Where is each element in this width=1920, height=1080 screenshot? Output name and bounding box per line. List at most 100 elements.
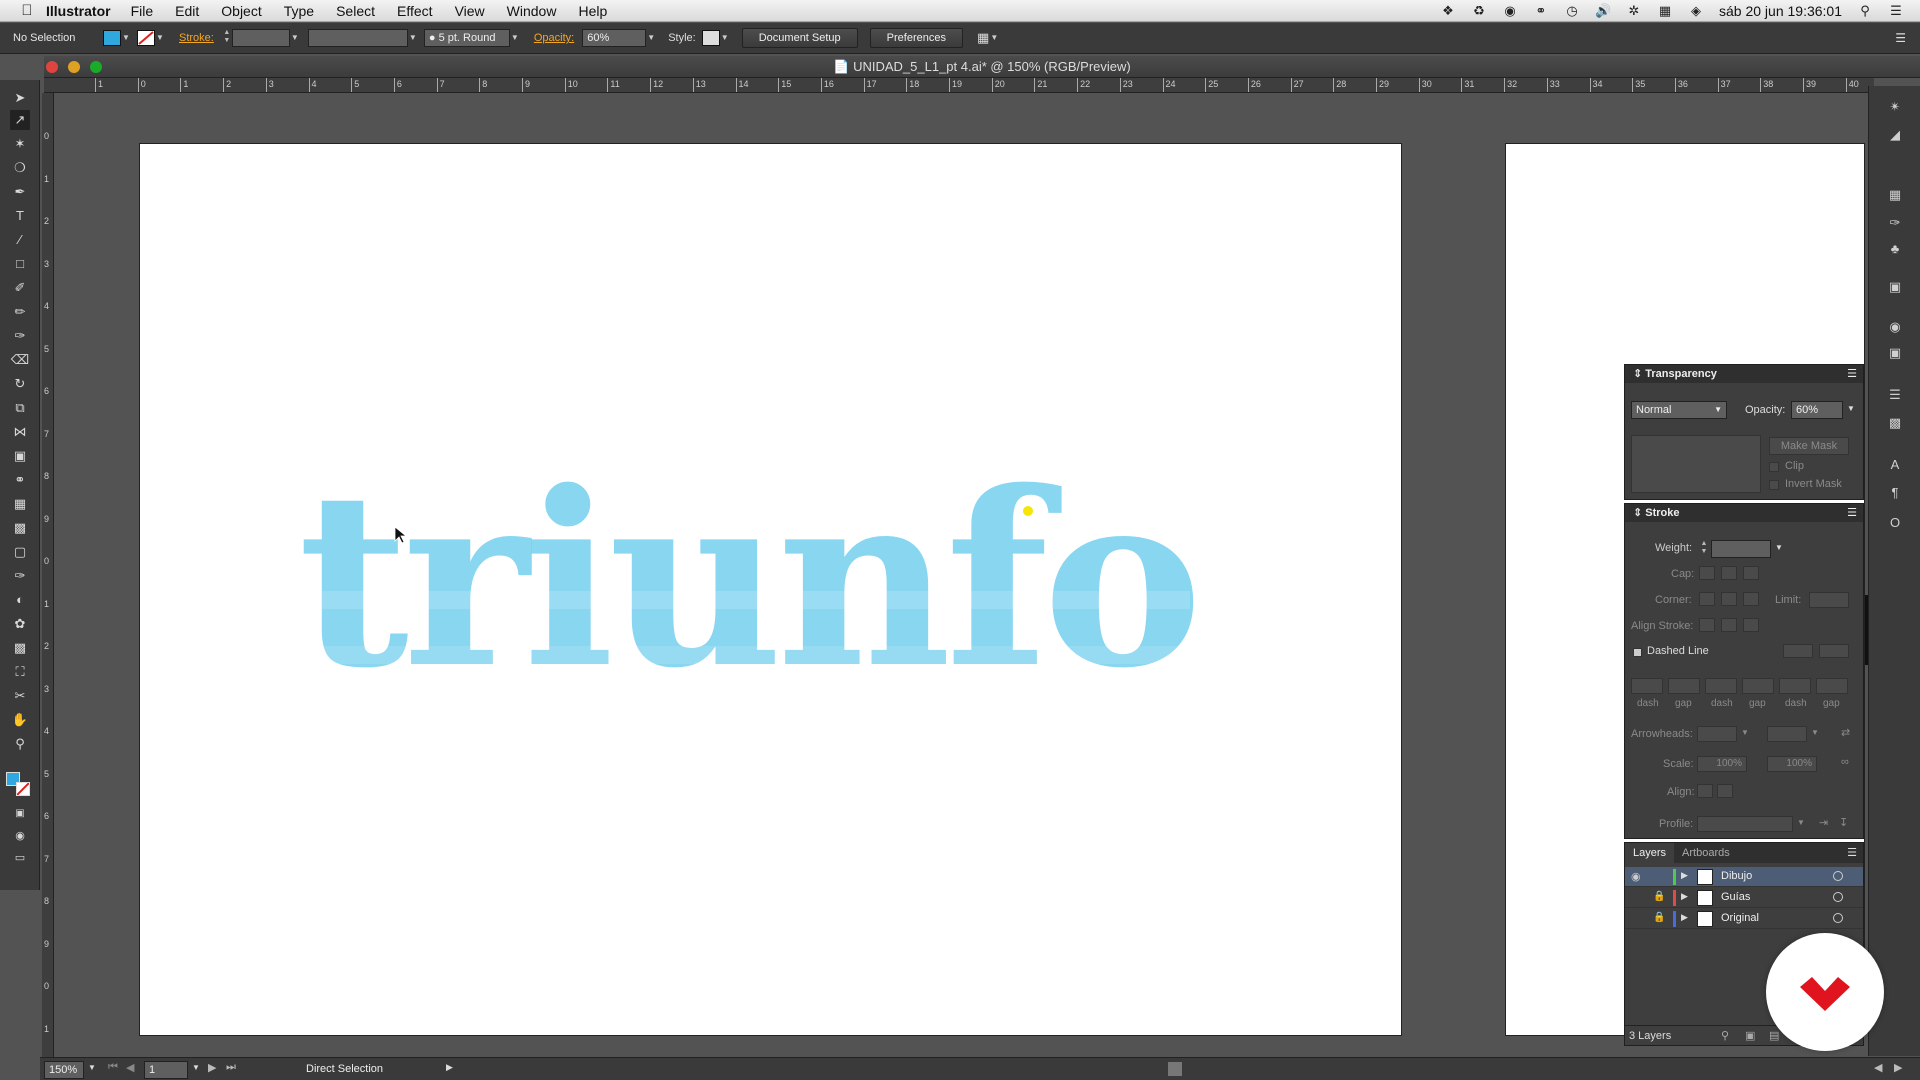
chevron-down-icon[interactable]: ▼ <box>155 30 165 46</box>
character-icon[interactable]: A <box>1886 456 1904 474</box>
zoom-level-field[interactable]: 150% <box>44 1061 84 1079</box>
menu-select[interactable]: Select <box>336 3 375 19</box>
stroke-color-box[interactable] <box>16 782 30 796</box>
anchor-point[interactable] <box>1023 506 1033 516</box>
preferences-button[interactable]: Preferences <box>869 28 963 48</box>
paragraph-icon[interactable]: ¶ <box>1886 484 1904 502</box>
type-tool-icon[interactable]: T <box>10 206 30 226</box>
vertical-ruler[interactable]: 01234567890123456789012 <box>42 93 54 1060</box>
shape-builder-tool-icon[interactable]: ⚭ <box>10 470 30 490</box>
eyedropper-tool-icon[interactable]: ✑ <box>10 566 30 586</box>
line-tool-icon[interactable]: ∕ <box>10 230 30 250</box>
dash-field-2[interactable] <box>1705 678 1737 694</box>
align-center-button[interactable] <box>1699 618 1715 632</box>
main-artboard[interactable]: triunfo <box>139 143 1402 1036</box>
draw-mode-icon[interactable]: ◉ <box>10 826 30 846</box>
visibility-eye-icon[interactable]: ◉ <box>1631 870 1641 883</box>
panel-menu-icon[interactable]: ☰ <box>1847 843 1857 863</box>
align-dash-button[interactable] <box>1819 644 1849 658</box>
arrow-align-1-button[interactable] <box>1697 784 1713 798</box>
expand-layer-icon[interactable]: ▶ <box>1681 912 1688 923</box>
chevron-down-icon[interactable]: ▼ <box>989 30 999 46</box>
artboard-number-field[interactable]: 1 <box>144 1061 188 1079</box>
swatches-icon[interactable]: ▦ <box>1886 186 1904 204</box>
menu-edit[interactable]: Edit <box>175 3 199 19</box>
bevel-join-button[interactable] <box>1743 592 1759 606</box>
layer-name[interactable]: Dibujo <box>1721 870 1752 882</box>
wifi-icon[interactable]: ◈ <box>1688 3 1704 19</box>
first-artboard-icon[interactable]: ⏮ <box>108 1061 118 1074</box>
gap-field-3[interactable] <box>1816 678 1848 694</box>
artwork-text[interactable]: triunfo <box>298 439 1203 721</box>
previous-artboard-icon[interactable]: ◀ <box>126 1061 134 1074</box>
start-arrowhead-select[interactable] <box>1697 726 1737 742</box>
layer-row[interactable]: 🔒 ▶ Guías <box>1625 888 1863 908</box>
arrange-documents-icon[interactable]: ▦ <box>977 30 989 46</box>
next-artboard-icon[interactable]: ▶ <box>208 1061 216 1074</box>
transparency-panel-tab[interactable]: ⇕ Transparency ☰ <box>1625 365 1863 383</box>
brushes-icon[interactable]: ✑ <box>1886 214 1904 232</box>
gap-field-2[interactable] <box>1742 678 1774 694</box>
control-panel-menu-icon[interactable]: ☰ <box>1895 31 1906 45</box>
chevron-down-icon[interactable]: ▼ <box>290 30 300 46</box>
invert-mask-checkbox[interactable] <box>1769 480 1779 490</box>
graphic-styles-icon[interactable]: ▣ <box>1886 278 1904 296</box>
align-inside-button[interactable] <box>1721 618 1737 632</box>
color-mode-icon[interactable]: ▣ <box>10 804 30 824</box>
dash-field-3[interactable] <box>1779 678 1811 694</box>
end-arrowhead-select[interactable] <box>1767 726 1807 742</box>
perspective-grid-tool-icon[interactable]: ▦ <box>10 494 30 514</box>
horizontal-ruler[interactable]: 1 0 1 2 3 4 5 6 7 8 9 10 11 12 13 14 15 16 17 18 19 20 21 22 23 2… <box>44 78 1874 93</box>
menu-view[interactable]: View <box>455 3 485 19</box>
scroll-right-icon[interactable]: ▶ <box>1894 1061 1902 1074</box>
target-circle-icon[interactable] <box>1833 871 1843 881</box>
chevron-down-icon[interactable]: ▼ <box>1741 728 1749 737</box>
rectangle-tool-icon[interactable]: □ <box>10 254 30 274</box>
eraser-tool-icon[interactable]: ⌫ <box>10 350 30 370</box>
sync-icon[interactable]: ⚭ <box>1533 3 1549 19</box>
chevron-down-icon[interactable]: ▼ <box>192 1063 200 1072</box>
dashed-line-checkbox[interactable] <box>1633 648 1642 657</box>
layer-name[interactable]: Original <box>1721 912 1759 924</box>
lock-icon[interactable]: 🔒 <box>1653 912 1665 923</box>
link-scale-icon[interactable]: ∞ <box>1841 756 1849 768</box>
layer-row[interactable]: 🔒 ▶ Original <box>1625 909 1863 929</box>
opacity-label[interactable]: Opacity: <box>534 32 574 44</box>
preserve-dash-button[interactable] <box>1783 644 1813 658</box>
weight-field[interactable] <box>1711 540 1771 558</box>
chevron-down-icon[interactable]: ▼ <box>408 30 418 46</box>
document-setup-button[interactable]: Document Setup <box>741 28 858 48</box>
round-join-button[interactable] <box>1721 592 1737 606</box>
mask-thumbnail[interactable] <box>1631 435 1761 493</box>
align-icon[interactable]: ☰ <box>1886 386 1904 404</box>
horizontal-scroll-thumb[interactable] <box>1168 1062 1182 1076</box>
zoom-tool-icon[interactable]: ⚲ <box>10 734 30 754</box>
limit-field[interactable] <box>1809 592 1849 608</box>
opacity-field[interactable]: 60% <box>582 29 647 47</box>
blend-mode-select[interactable]: Normal ▼ <box>1631 401 1727 419</box>
mesh-tool-icon[interactable]: ▩ <box>10 518 30 538</box>
wireless-icon[interactable]: ♻ <box>1471 3 1487 19</box>
gradient-tool-icon[interactable]: ▢ <box>10 542 30 562</box>
align-outside-button[interactable] <box>1743 618 1759 632</box>
stroke-label[interactable]: Stroke: <box>179 32 214 44</box>
swap-arrowheads-icon[interactable]: ⇄ <box>1841 726 1850 739</box>
free-transform-tool-icon[interactable]: ▣ <box>10 446 30 466</box>
time-machine-icon[interactable]: ◷ <box>1564 3 1580 19</box>
dash-field-1[interactable] <box>1631 678 1663 694</box>
fill-swatch[interactable] <box>103 30 121 46</box>
spotlight-icon[interactable]: ⚲ <box>1857 3 1873 19</box>
gradient-panel-icon[interactable]: ◢ <box>1886 126 1904 144</box>
tab-layers[interactable]: Layers <box>1625 843 1675 863</box>
panel-menu-icon[interactable]: ☰ <box>1847 504 1857 522</box>
opentype-icon[interactable]: O <box>1886 514 1904 532</box>
current-tool-status[interactable]: Direct Selection <box>306 1063 383 1075</box>
miter-join-button[interactable] <box>1699 592 1715 606</box>
make-clipping-mask-icon[interactable]: ▣ <box>1745 1026 1755 1046</box>
app-menu[interactable]: Illustrator <box>46 3 111 19</box>
panel-collapse-icon[interactable]: ⇕ <box>1633 507 1642 519</box>
symbols-icon[interactable]: ♣ <box>1886 240 1904 258</box>
chevron-down-icon[interactable]: ▼ <box>88 1063 96 1072</box>
panel-menu-icon[interactable]: ☰ <box>1847 365 1857 383</box>
expand-layer-icon[interactable]: ▶ <box>1681 870 1688 881</box>
